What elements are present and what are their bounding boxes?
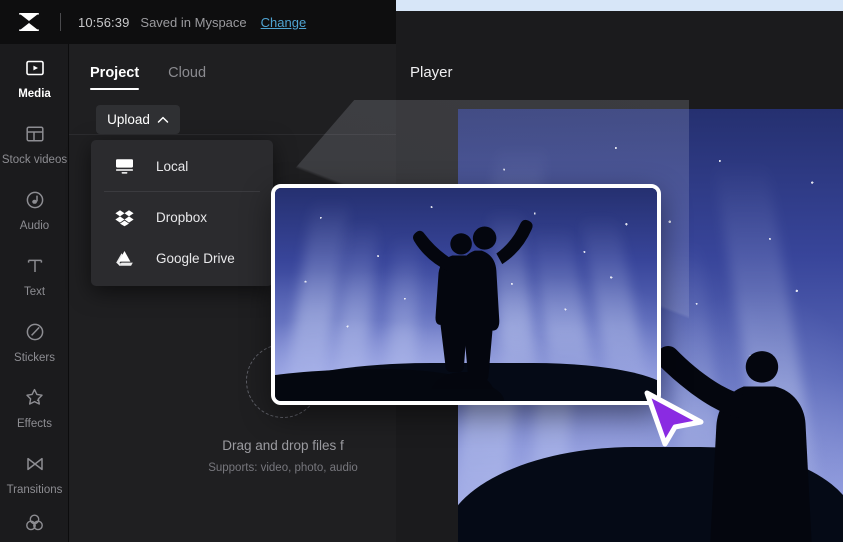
upload-button[interactable]: Upload [96,105,180,134]
menu-item-dropbox[interactable]: Dropbox [91,197,273,238]
player-title: Player [410,64,453,81]
tab-project[interactable]: Project [90,65,140,90]
sidebar-item-text[interactable]: Text [0,242,69,308]
sidebar-item-label: Audio [19,219,50,232]
title-bar: 10:56:39 Saved in Myspace Change [0,0,396,44]
menu-item-label: Local [156,159,189,174]
sidebar-item-filters[interactable] [0,506,69,542]
text-t-icon [25,253,45,279]
panel-tabs: Project Cloud [69,44,396,90]
capcut-logo-icon[interactable] [14,7,44,37]
capcut-editor-window: 10:56:39 Saved in Myspace Change Media S… [0,0,843,542]
filters-circles-icon [24,510,45,536]
drop-zone-subtitle: Supports: video, photo, audio [208,462,358,474]
upload-button-label: Upload [107,112,150,127]
sidebar-item-label: Text [23,285,46,298]
menu-item-local[interactable]: Local [91,146,273,187]
media-play-icon [25,55,45,81]
rail-divider [68,44,69,542]
sidebar-item-stickers[interactable]: Stickers [0,308,69,374]
sidebar-item-audio[interactable]: Audio [0,176,69,242]
dropbox-icon [114,208,134,228]
change-workspace-link[interactable]: Change [261,15,307,30]
menu-item-label: Google Drive [156,251,235,266]
menu-divider [104,191,260,192]
sidebar-item-label: Media [18,87,51,100]
transitions-bowtie-icon [25,451,45,477]
couple-silhouette [275,188,657,401]
sidebar-item-label: Stickers [14,351,55,364]
dragged-media-thumbnail[interactable] [271,184,661,405]
menu-item-google-drive[interactable]: Google Drive [91,238,273,279]
sidebar-item-label: Transitions [6,483,63,496]
sticker-circle-icon [25,319,45,345]
chevron-up-icon [157,112,169,127]
sidebar-item-label: Effects [17,417,52,430]
sparkle-star-icon [24,385,45,411]
sidebar-item-label: Stock videos [1,153,68,166]
session-time: 10:56:39 [78,14,130,30]
monitor-icon [114,157,134,177]
music-note-icon [25,187,45,213]
titlebar-divider [60,13,61,31]
browser-chrome-strip [395,0,843,11]
save-status: Saved in Myspace [140,14,247,30]
panel-tab-underline [69,134,396,135]
tab-cloud[interactable]: Cloud [168,65,206,90]
layout-grid-icon [25,121,45,147]
sidebar-item-media[interactable]: Media [0,44,69,110]
drop-zone-title: Drag and drop files f [222,438,344,453]
sidebar-item-stock-videos[interactable]: Stock videos [0,110,69,176]
sidebar-item-effects[interactable]: Effects [0,374,69,440]
upload-dropdown-menu: Local Dropbox Google Drive [91,140,273,286]
thumbnail-video-frame [275,188,657,401]
left-tool-rail: Media Stock videos Audio Text Stickers E… [0,44,69,542]
menu-item-label: Dropbox [156,210,208,225]
google-drive-icon [114,249,134,269]
sidebar-item-transitions[interactable]: Transitions [0,440,69,506]
